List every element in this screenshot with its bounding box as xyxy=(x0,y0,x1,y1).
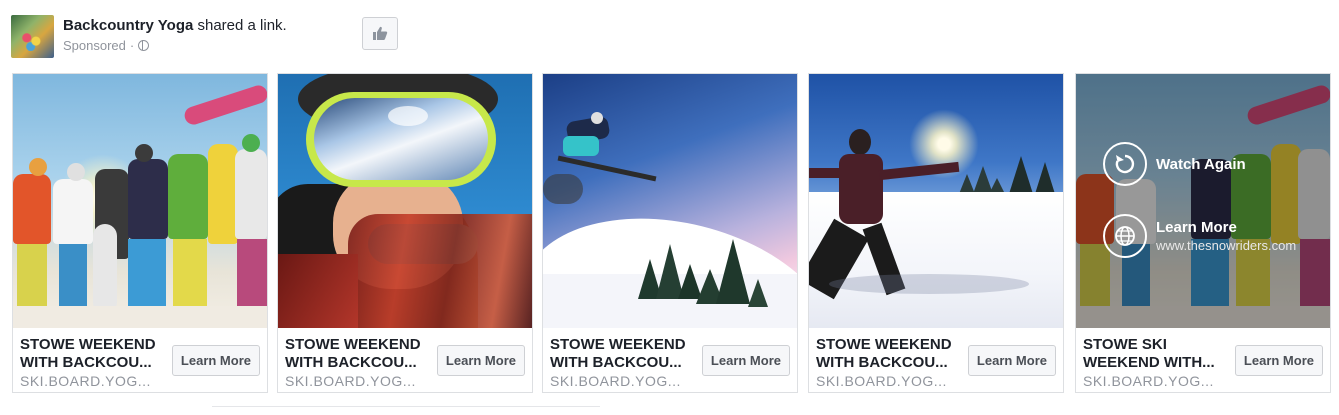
carousel-card-3[interactable]: STOWE WEEKEND WITH BACKCOU... SKI.BOARD.Y… xyxy=(542,73,798,393)
post-meta: Sponsored · xyxy=(63,38,287,53)
overlay-learn-more-label: Learn More xyxy=(1156,219,1237,236)
meta-separator: · xyxy=(129,38,135,53)
learn-more-button[interactable]: Learn More xyxy=(967,345,1056,376)
learn-more-button[interactable]: Learn More xyxy=(171,345,260,376)
card-title[interactable]: STOWE SKI WEEKEND WITH... xyxy=(1083,336,1233,372)
carousel-card-5[interactable]: Watch Again Learn More www.thesnowriders… xyxy=(1075,73,1331,393)
card-footer: STOWE SKI WEEKEND WITH... SKI.BOARD.YOG..… xyxy=(1076,328,1330,392)
card-title[interactable]: STOWE WEEKEND WITH BACKCOU... xyxy=(20,336,170,372)
learn-more-button[interactable]: Learn More xyxy=(1234,345,1323,376)
page-name-link[interactable]: Backcountry Yoga xyxy=(63,17,193,34)
learn-more-button[interactable]: Learn More xyxy=(701,345,790,376)
card-domain: SKI.BOARD.YOG... xyxy=(1083,373,1214,389)
card-domain: SKI.BOARD.YOG... xyxy=(285,373,416,389)
card-image[interactable] xyxy=(809,74,1063,328)
card-domain: SKI.BOARD.YOG... xyxy=(20,373,151,389)
like-page-button[interactable] xyxy=(362,17,398,50)
thumbs-up-icon xyxy=(373,26,388,40)
post-actor-line: Backcountry Yoga shared a link. xyxy=(63,17,287,34)
card-image[interactable]: Watch Again Learn More www.thesnowriders… xyxy=(1076,74,1330,328)
divider xyxy=(212,406,600,407)
carousel-card-4[interactable]: STOWE WEEKEND WITH BACKCOU... SKI.BOARD.Y… xyxy=(808,73,1064,393)
overlay-learn-more-link[interactable]: Learn More www.thesnowriders.com xyxy=(1103,214,1296,258)
carousel-card-1[interactable]: STOWE WEEKEND WITH BACKCOU... SKI.BOARD.Y… xyxy=(12,73,268,393)
card-footer: STOWE WEEKEND WITH BACKCOU... SKI.BOARD.Y… xyxy=(13,328,267,392)
watch-again-button[interactable]: Watch Again xyxy=(1103,142,1246,186)
card-title[interactable]: STOWE WEEKEND WITH BACKCOU... xyxy=(285,336,435,372)
card-title[interactable]: STOWE WEEKEND WITH BACKCOU... xyxy=(816,336,966,372)
post-action-text: shared a link. xyxy=(193,17,287,34)
carousel-card-2[interactable]: STOWE WEEKEND WITH BACKCOU... SKI.BOARD.Y… xyxy=(277,73,533,393)
replay-icon xyxy=(1103,142,1147,186)
sponsored-label[interactable]: Sponsored xyxy=(63,38,126,53)
overlay-url: www.thesnowriders.com xyxy=(1156,238,1297,253)
card-footer: STOWE WEEKEND WITH BACKCOU... SKI.BOARD.Y… xyxy=(543,328,797,392)
globe-icon xyxy=(138,40,150,51)
card-image[interactable] xyxy=(278,74,532,328)
card-footer: STOWE WEEKEND WITH BACKCOU... SKI.BOARD.Y… xyxy=(809,328,1063,392)
card-footer: STOWE WEEKEND WITH BACKCOU... SKI.BOARD.Y… xyxy=(278,328,532,392)
page-avatar[interactable] xyxy=(11,15,54,58)
card-image[interactable] xyxy=(13,74,267,328)
card-image[interactable] xyxy=(543,74,797,328)
card-domain: SKI.BOARD.YOG... xyxy=(816,373,947,389)
learn-more-button[interactable]: Learn More xyxy=(436,345,525,376)
card-title[interactable]: STOWE WEEKEND WITH BACKCOU... xyxy=(550,336,700,372)
post-header: Backcountry Yoga shared a link. Sponsore… xyxy=(63,17,287,53)
watch-again-label: Watch Again xyxy=(1156,155,1246,173)
video-end-overlay: Watch Again Learn More www.thesnowriders… xyxy=(1076,74,1330,328)
globe-icon xyxy=(1103,214,1147,258)
card-domain: SKI.BOARD.YOG... xyxy=(550,373,681,389)
